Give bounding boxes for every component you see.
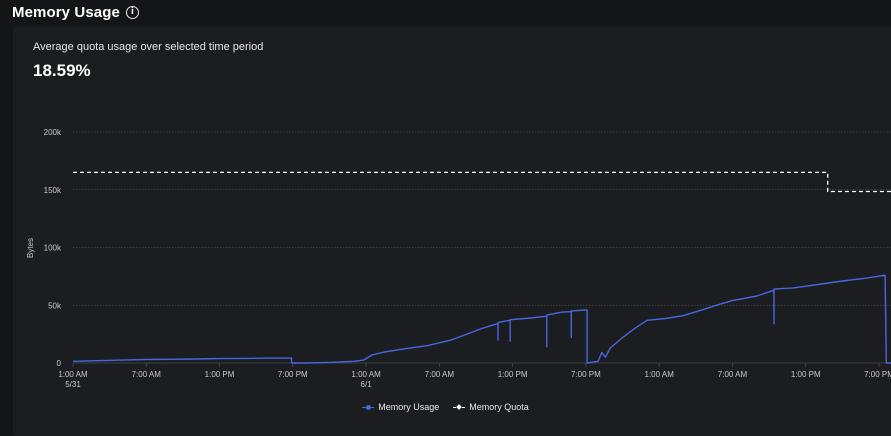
legend-item-memory-usage[interactable]: Memory Usage — [362, 402, 439, 412]
memory-usage-line[interactable] — [72, 274, 891, 364]
legend-usage-marker-icon — [362, 403, 375, 411]
legend-item-memory-quota[interactable]: Memory Quota — [453, 402, 529, 412]
x-tick-label: 7:00 PM — [571, 370, 601, 379]
x-tick-label: 7:00 AM — [718, 370, 748, 379]
y-tick-label: 200k — [44, 128, 62, 137]
legend-usage-label: Memory Usage — [378, 402, 440, 412]
x-axis-labels: 1:00 AM5/317:00 AM 1:00 PM 7:00 PM 1:00 AM6… — [58, 363, 891, 389]
x-tick-label: 7:00 AM — [425, 370, 455, 379]
series-lines — [72, 171, 891, 364]
y-tick-label: 50k — [48, 301, 62, 310]
x-tick-label: 1:00 AM — [645, 370, 675, 379]
y-tick-label: 150k — [44, 186, 62, 195]
x-tick-sublabel: 5/31 — [65, 380, 81, 389]
x-tick-label: 1:00 AM — [351, 370, 381, 379]
x-tick-label: 1:00 PM — [498, 370, 528, 379]
x-tick-label: 7:00 PM — [278, 370, 308, 379]
x-tick-label: 1:00 PM — [205, 370, 235, 379]
x-tick-label: 1:00 PM — [791, 370, 821, 379]
y-axis-title: Bytes — [26, 238, 35, 258]
legend-quota-label: Memory Quota — [469, 402, 529, 412]
x-tick-label: 1:00 AM — [58, 370, 88, 379]
memory-usage-chart: 050k100k150k200k 1:00 AM5/317:00 AM 1:00 … — [26, 128, 891, 389]
y-tick-label: 100k — [44, 244, 62, 253]
chart-legend: Memory Usage Memory Quota — [0, 402, 891, 412]
legend-quota-marker-icon — [453, 403, 466, 411]
memory-quota-line[interactable] — [73, 171, 891, 193]
x-tick-sublabel: 6/1 — [361, 380, 373, 389]
x-tick-label: 7:00 AM — [132, 370, 162, 379]
y-tick-label: 0 — [57, 359, 62, 368]
x-tick-label: 7:00 PM — [864, 370, 891, 379]
y-axis-labels: 0 50k 100k 150k 200k — [44, 128, 62, 368]
